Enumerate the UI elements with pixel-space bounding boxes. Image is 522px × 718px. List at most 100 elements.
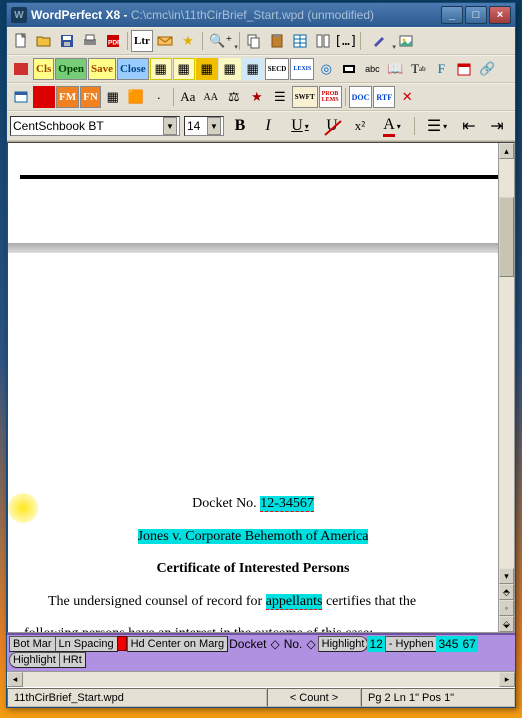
open-icon[interactable] [33,30,55,52]
code-text-no: No. [282,636,305,652]
fn-icon[interactable]: FN [80,86,101,108]
paste-icon[interactable] [266,30,288,52]
block-5-icon[interactable]: ▦ [242,58,264,80]
secd-icon[interactable]: SECD [265,58,290,80]
minimize-button[interactable]: _ [441,6,463,24]
browse-icon[interactable]: ◦ [499,600,514,616]
code-diamond2: ◇ [304,636,317,652]
format-icon[interactable]: F [430,58,452,80]
image-icon[interactable] [395,30,417,52]
orange-icon[interactable]: 🟧 [125,86,147,108]
page-view[interactable]: Docket No. 12-34567 Jones v. Corporate B… [8,143,498,632]
prev-page-icon[interactable]: ⬘ [499,584,514,600]
prob-icon[interactable]: PROBLEMS [319,86,342,108]
italic-button[interactable]: I [256,116,280,136]
star-icon[interactable]: ★ [177,30,199,52]
dialog-icon[interactable] [10,86,32,108]
zoom-icon[interactable]: 🔍⁺ [206,30,236,52]
star2-icon[interactable]: ★ [246,86,268,108]
code-hyphen[interactable]: - Hyphen [385,636,438,652]
letter-icon[interactable]: Ltr [131,30,153,52]
code-hrt[interactable]: HRt [59,652,86,668]
superscript-button[interactable]: x² [348,116,372,136]
underline-button[interactable]: U [284,116,316,136]
hr-thick [20,175,498,179]
pen-color-icon[interactable] [364,30,394,52]
x-icon[interactable]: ✕ [396,86,418,108]
chevron-down-icon[interactable]: ▼ [163,117,177,135]
cls-icon[interactable]: Cls [33,58,54,80]
font-size-select[interactable]: 14 ▼ [184,116,224,136]
font-color-button[interactable]: A [376,116,408,136]
block-4-icon[interactable]: ▦ [219,58,241,80]
rtf-icon[interactable]: RTF [373,86,395,108]
bw-icon[interactable] [338,58,360,80]
status-count[interactable]: < Count > [267,688,361,707]
print-icon[interactable] [79,30,101,52]
reveal-codes-bar[interactable]: Bot Mar Ln Spacing Hd Center on Marg Doc… [7,633,515,671]
table-icon[interactable] [289,30,311,52]
scroll-down-icon[interactable]: ▾ [499,568,514,584]
code-hdcenter[interactable]: Hd Center on Marg [127,636,229,652]
code-highlight-on[interactable]: Highlight [318,636,369,652]
code-text-345: 345 [436,636,460,652]
font-select[interactable]: CentSchbook BT ▼ [10,116,180,136]
block-3-icon[interactable]: ▦ [196,58,218,80]
lexis-icon[interactable]: LEXIS [290,58,314,80]
open-macro-icon[interactable]: Open [55,58,87,80]
copy-icon[interactable] [243,30,265,52]
swft-icon[interactable]: SWFT [292,86,318,108]
link-icon[interactable]: 🔗 [476,58,498,80]
grid-icon[interactable]: ▦ [102,86,124,108]
code-lnspacing[interactable]: Ln Spacing [55,636,118,652]
status-filename[interactable]: 11thCirBrief_Start.wpd [7,688,267,707]
close-button[interactable]: × [489,6,511,24]
indent-button[interactable]: ⇥ [485,116,509,136]
tab-icon[interactable]: Tab [407,58,429,80]
title-bar: W WordPerfect X8 - C:\cmc\in\11thCirBrie… [7,3,515,27]
close-macro-icon[interactable]: Close [117,58,149,80]
calendar-icon[interactable] [453,58,475,80]
code-highlight-off[interactable]: Highlight [9,652,60,668]
scroll-thumb[interactable] [499,197,514,277]
macro-red-icon[interactable] [10,58,32,80]
columns-icon[interactable] [312,30,334,52]
block-2-icon[interactable]: ▦ [173,58,195,80]
abc-icon[interactable]: abc [361,58,383,80]
scroll-up-icon[interactable]: ▴ [499,143,514,159]
ring-icon[interactable]: ◎ [315,58,337,80]
dotx-icon[interactable]: · [148,86,170,108]
maximize-button[interactable]: □ [465,6,487,24]
bold-button[interactable]: B [228,116,252,136]
save-macro-icon[interactable]: Save [88,58,116,80]
list-icon[interactable]: ☰ [269,86,291,108]
envelope-icon[interactable] [154,30,176,52]
outdent-button[interactable]: ⇤ [457,116,481,136]
vertical-scrollbar[interactable]: ▴ ▾ ⬘ ◦ ⬙ [498,143,514,632]
chevron-down-icon[interactable]: ▼ [207,117,221,135]
no-underline-button[interactable]: U [320,116,344,136]
red-block-icon[interactable] [33,86,55,108]
fm-icon[interactable]: FM [56,86,79,108]
code-botmar[interactable]: Bot Mar [9,636,56,652]
horizontal-scrollbar[interactable]: ◂ ▸ [7,671,515,687]
pdf-icon[interactable]: PDF [102,30,124,52]
caps-icon[interactable]: AA [200,86,222,108]
hscroll-right-icon[interactable]: ▸ [499,672,515,687]
doc-icon[interactable]: DOC [349,86,373,108]
justify-button[interactable]: ☰ [421,116,453,136]
block-1-icon[interactable]: ▦ [150,58,172,80]
toolbars: PDF Ltr ★ 🔍⁺ […] Cls Open Save Close ▦ [7,27,515,142]
scale-icon[interactable]: ⚖ [223,86,245,108]
save-icon[interactable] [56,30,78,52]
hscroll-left-icon[interactable]: ◂ [7,672,23,687]
dict-icon[interactable]: 📖 [384,58,406,80]
hscroll-track[interactable] [23,672,499,687]
svg-text:PDF: PDF [108,40,121,47]
scroll-track[interactable] [499,159,514,568]
next-page-icon[interactable]: ⬙ [499,616,514,632]
brackets-icon[interactable]: […] [335,30,357,52]
new-icon[interactable] [10,30,32,52]
font-case-icon[interactable]: Aa [177,86,199,108]
status-position[interactable]: Pg 2 Ln 1" Pos 1" [361,688,515,707]
